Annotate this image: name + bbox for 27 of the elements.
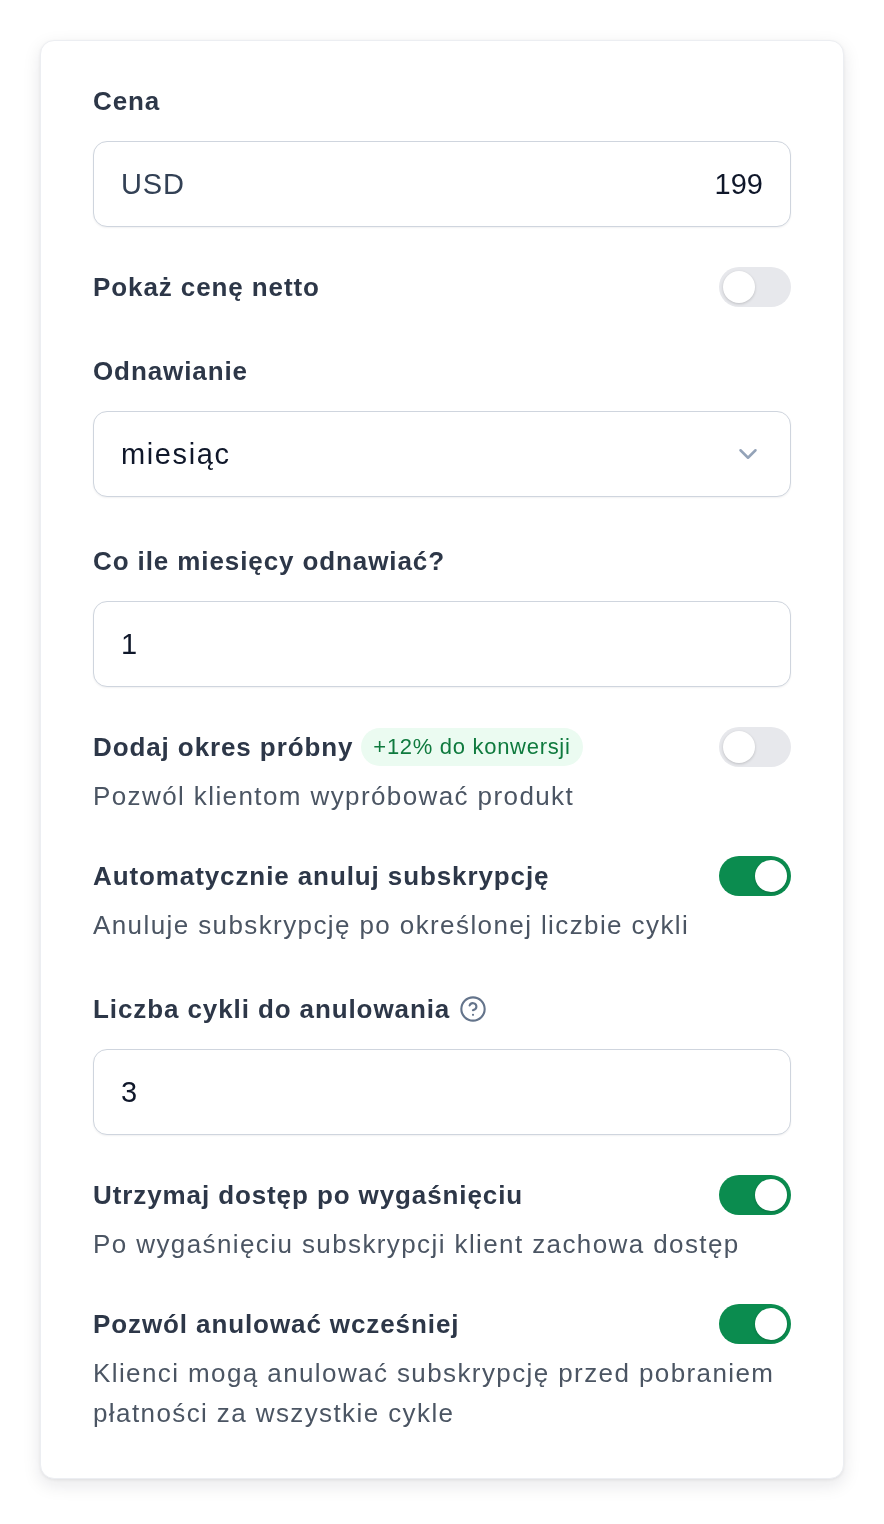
dropdown-value: miesiąc xyxy=(121,437,231,471)
toggle-switch[interactable] xyxy=(719,856,791,896)
toggle-switch[interactable] xyxy=(719,727,791,767)
field-label: Liczba cykli do anulowania xyxy=(93,993,451,1026)
price-input[interactable]: USD 199 xyxy=(93,141,791,227)
toggle-switch[interactable] xyxy=(719,1175,791,1215)
toggle-switch[interactable] xyxy=(719,267,791,307)
field-label: Odnawianie xyxy=(93,355,248,388)
field-label: Cena xyxy=(93,85,161,118)
currency-prefix: USD xyxy=(121,167,185,201)
field-label: Co ile miesięcy odnawiać? xyxy=(93,545,445,578)
toggle-switch[interactable] xyxy=(719,1304,791,1344)
description-text: Klienci mogą anulować subskrypcję przed pobraniem płatności za wszystkie cykle xyxy=(93,1357,776,1430)
input-value: 199 xyxy=(714,167,763,201)
text-input[interactable]: 3 xyxy=(93,1049,791,1135)
description-text: Pozwól klientom wypróbować produkt xyxy=(93,780,576,813)
dropdown[interactable]: miesiąc xyxy=(93,411,791,497)
toggle-label: Dodaj okres próbny xyxy=(93,731,354,764)
help-icon[interactable] xyxy=(459,995,488,1023)
toggle-label: Pozwól anulować wcześniej xyxy=(93,1308,460,1341)
description-text: Anuluje subskrypcję po określonej liczbie cykli xyxy=(93,909,691,942)
promo-badge: +12% do konwersji xyxy=(361,728,583,766)
description-text: Po wygaśnięciu subskrypcji klient zachowa dostęp xyxy=(93,1228,741,1261)
text-input[interactable]: 1 xyxy=(93,601,791,687)
toggle-label: Automatycznie anuluj subskrypcję xyxy=(93,860,550,893)
toggle-label: Pokaż cenę netto xyxy=(93,271,320,304)
toggle-label: Utrzymaj dostęp po wygaśnięciu xyxy=(93,1179,524,1212)
